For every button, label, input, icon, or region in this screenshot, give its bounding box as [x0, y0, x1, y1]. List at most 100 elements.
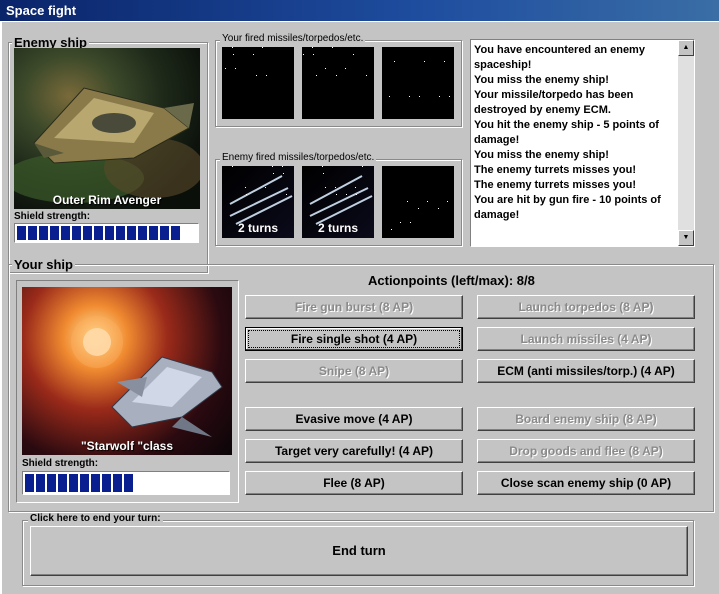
- your-ship-image: "Starwolf "class: [22, 287, 232, 455]
- shield-segment: [124, 474, 133, 492]
- shield-segment: [72, 226, 81, 240]
- enemy-ship-name: Outer Rim Avenger: [52, 193, 162, 207]
- enemy-fired-slot-3: [382, 166, 454, 238]
- fire-single-shot-button[interactable]: Fire single shot (4 AP): [245, 327, 463, 351]
- star-dot: [407, 201, 408, 202]
- your-shield-bar: [22, 471, 230, 495]
- enemy-shield-label: Shield strength:: [14, 211, 91, 222]
- end-turn-label: Click here to end your turn:: [28, 513, 163, 524]
- star-dot: [366, 75, 367, 76]
- shield-segment: [94, 226, 103, 240]
- star-dot: [286, 194, 287, 195]
- star-dot: [438, 208, 439, 209]
- launch-missiles-button[interactable]: Launch missiles (4 AP): [477, 327, 695, 351]
- star-dot: [235, 68, 236, 69]
- shield-segment: [116, 226, 125, 240]
- shield-segment: [83, 226, 92, 240]
- shield-segment: [39, 226, 48, 240]
- enemy-ship-image: Outer Rim Avenger: [14, 48, 200, 209]
- star-dot: [356, 194, 357, 195]
- star-dot: [332, 47, 333, 48]
- star-dot: [233, 54, 234, 55]
- scroll-down-icon[interactable]: ▼: [678, 230, 694, 246]
- your-ship-art: [71, 316, 223, 437]
- star-dot: [325, 68, 326, 69]
- star-dot: [232, 166, 233, 167]
- actionpoints-label: Actionpoints (left/max): 8/8: [368, 273, 535, 288]
- star-dot: [389, 96, 390, 97]
- flee-button[interactable]: Flee (8 AP): [245, 471, 463, 495]
- enemy-fired-turns-1: 2 turns: [237, 221, 278, 235]
- shield-segment: [149, 226, 158, 240]
- shield-segment: [102, 474, 111, 492]
- star-dot: [303, 54, 304, 55]
- shield-segment: [105, 226, 114, 240]
- star-dot: [447, 201, 448, 202]
- enemy-shield-bar: [14, 223, 199, 243]
- star-dot: [253, 54, 254, 55]
- star-dot: [346, 194, 347, 195]
- star-dot: [273, 173, 274, 174]
- your-fired-slot-3: [382, 47, 454, 119]
- star-dot: [313, 54, 314, 55]
- combat-log-text: You have encountered an enemy spaceship!…: [474, 44, 661, 221]
- shield-segment: [138, 226, 147, 240]
- shield-segment: [91, 474, 100, 492]
- launch-torpedos-button[interactable]: Launch torpedos (8 AP): [477, 295, 695, 319]
- star-dot: [232, 47, 233, 48]
- snipe-button[interactable]: Snipe (8 AP): [245, 359, 463, 383]
- your-fired-slot-2: [302, 47, 374, 119]
- enemy-fired-slot-2: 2 turns: [302, 166, 374, 238]
- close-scan-button[interactable]: Close scan enemy ship (0 AP): [477, 471, 695, 495]
- shield-segment: [47, 474, 56, 492]
- scroll-up-icon[interactable]: ▲: [678, 40, 694, 56]
- star-dot: [256, 75, 257, 76]
- shield-segment: [127, 226, 136, 240]
- star-dot: [410, 222, 411, 223]
- star-dot: [418, 208, 419, 209]
- star-dot: [336, 194, 337, 195]
- star-dot: [335, 187, 336, 188]
- shield-segment: [69, 474, 78, 492]
- star-dot: [427, 201, 428, 202]
- star-dot: [312, 47, 313, 48]
- drop-goods-button[interactable]: Drop goods and flee (8 AP): [477, 439, 695, 463]
- end-turn-button[interactable]: End turn: [30, 526, 688, 576]
- combat-log[interactable]: You have encountered an enemy spaceship!…: [470, 39, 695, 247]
- star-dot: [362, 166, 363, 167]
- star-dot: [283, 173, 284, 174]
- combat-log-scrollbar[interactable]: ▲ ▼: [678, 40, 694, 246]
- star-dot: [444, 61, 445, 62]
- window-title: Space fight: [0, 0, 719, 21]
- star-dot: [316, 75, 317, 76]
- ecm-button[interactable]: ECM (anti missiles/torp.) (4 AP): [477, 359, 695, 383]
- star-dot: [282, 166, 283, 167]
- shield-segment: [113, 474, 122, 492]
- space-fight-window: Enemy ship Outer Rim Avenger Shield stre…: [0, 21, 719, 594]
- shield-segment: [58, 474, 67, 492]
- your-ship-name: "Starwolf "class: [80, 439, 174, 453]
- star-dot: [391, 229, 392, 230]
- board-enemy-button[interactable]: Board enemy ship (8 AP): [477, 407, 695, 431]
- star-dot: [400, 222, 401, 223]
- shield-segment: [171, 226, 180, 240]
- shield-segment: [61, 226, 70, 240]
- fire-gun-burst-button[interactable]: Fire gun burst (8 AP): [245, 295, 463, 319]
- enemy-fired-slot-1: 2 turns: [222, 166, 294, 238]
- target-carefully-button[interactable]: Target very carefully! (4 AP): [245, 439, 463, 463]
- shield-segment: [160, 226, 169, 240]
- star-dot: [394, 61, 395, 62]
- star-dot: [353, 54, 354, 55]
- star-dot: [409, 96, 410, 97]
- your-fired-slot-1: [222, 47, 294, 119]
- your-shield-label: Shield strength:: [22, 458, 99, 469]
- enemy-fired-turns-2: 2 turns: [317, 221, 358, 235]
- shield-segment: [80, 474, 89, 492]
- star-dot: [355, 187, 356, 188]
- shield-segment: [28, 226, 37, 240]
- star-dot: [336, 75, 337, 76]
- star-dot: [246, 194, 247, 195]
- evasive-move-button[interactable]: Evasive move (4 AP): [245, 407, 463, 431]
- star-dot: [323, 173, 324, 174]
- star-dot: [262, 47, 263, 48]
